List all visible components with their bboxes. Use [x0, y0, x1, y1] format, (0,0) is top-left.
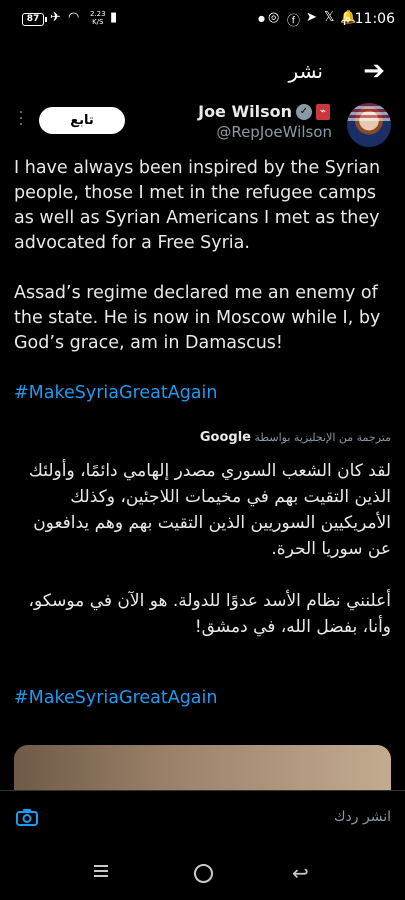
translator-name: Google [199, 430, 251, 445]
notification-dot-icon: ● [258, 14, 265, 23]
verified-icon: ✓ [296, 103, 312, 120]
avatar-flag-background [347, 103, 391, 121]
tweet-paragraph-2: Assad’s regime declared me an enemy of t… [14, 283, 381, 353]
facebook-icon: ⓕ [287, 14, 301, 29]
top-bar: نشر ➔ [0, 52, 405, 92]
vibrate-icon: ▮ [110, 10, 118, 25]
airplane-icon: ✈ [50, 10, 61, 25]
author-handle[interactable]: @RepJoeWilson [216, 123, 332, 141]
clock-ampm: م [342, 11, 351, 26]
tweet-body: I have always been inspired by the Syria… [14, 156, 394, 406]
translated-body: لقد كان الشعب السوري مصدر إلهامي دائمًا،… [14, 458, 392, 640]
status-bar: 87 ✈ ◠ 2.23 K/S ▮ ● ◎ ⓕ ➤ 𝕏 🔔 م 11:06 [0, 0, 405, 40]
translated-hashtag-link[interactable]: #MakeSyriaGreatAgain [14, 688, 218, 708]
network-speed-unit: K/S [92, 18, 104, 26]
clock-time: 11:06 [354, 11, 395, 27]
network-speed: 2.23 K/S [90, 10, 106, 26]
translated-paragraph-1: لقد كان الشعب السوري مصدر إلهامي دائمًا،… [28, 461, 391, 559]
home-icon[interactable] [194, 864, 213, 883]
recent-apps-icon[interactable] [93, 863, 109, 879]
follow-button[interactable]: تابع [39, 107, 125, 134]
translation-attribution: مترجمة من الإنجليزية بواسطة Google [14, 430, 391, 445]
reply-input[interactable]: انشر ردك [334, 809, 391, 825]
translation-label: مترجمة من الإنجليزية بواسطة [254, 431, 391, 444]
display-name[interactable]: Joe Wilson [198, 102, 292, 121]
battery-level: 87 [26, 14, 40, 24]
wifi-icon: ◠ [68, 10, 80, 25]
back-icon[interactable]: ↩ [292, 861, 309, 885]
x-icon: 𝕏 [324, 10, 335, 25]
tweet-paragraph-1: I have always been inspired by the Syria… [14, 158, 381, 253]
telegram-icon: ➤ [306, 10, 317, 25]
back-arrow-icon[interactable]: ➔ [363, 56, 385, 86]
government-badge-icon: ⌁ [316, 103, 330, 120]
battery-icon: 87 [22, 13, 47, 26]
avatar[interactable] [347, 103, 391, 147]
hashtag-link[interactable]: #MakeSyriaGreatAgain [14, 381, 394, 406]
page-title: نشر [288, 59, 323, 83]
more-icon[interactable]: · · · [18, 106, 24, 132]
network-speed-value: 2.23 [90, 10, 106, 18]
author-name-row[interactable]: Joe Wilson ✓ ⌁ [198, 102, 330, 121]
whatsapp-icon: ◎ [268, 10, 280, 25]
camera-icon[interactable] [16, 808, 38, 826]
translated-paragraph-2: أعلنني نظام الأسد عدوًا للدولة. هو الآن … [28, 591, 392, 637]
